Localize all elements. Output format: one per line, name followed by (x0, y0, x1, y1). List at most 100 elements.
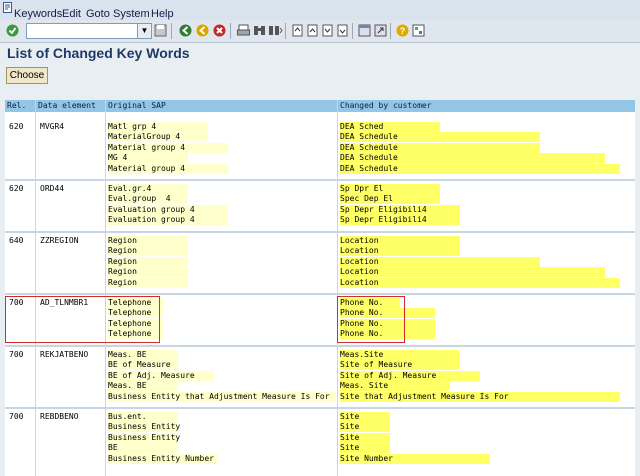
cell-rel[interactable]: 700 (9, 412, 23, 422)
first-page-icon[interactable] (290, 23, 305, 38)
cell-data-element[interactable]: REKJATBENO (40, 350, 88, 360)
save-icon[interactable] (153, 23, 168, 38)
shortcut-icon[interactable] (373, 23, 388, 38)
new-session-icon[interactable] (357, 23, 372, 38)
cell-original-sap[interactable]: Region (108, 246, 137, 256)
cell-changed-by-customer[interactable]: Site of Measure (340, 360, 412, 370)
menu-help[interactable]: Help (151, 8, 174, 20)
menu-goto[interactable]: Goto (86, 8, 110, 20)
cell-original-sap[interactable]: Region (108, 267, 137, 277)
cell-changed-by-customer[interactable]: Meas.Site (340, 350, 383, 360)
cell-changed-by-customer[interactable]: Meas. Site (340, 381, 388, 391)
cell-changed-by-customer[interactable]: Site (340, 443, 359, 453)
exit-icon[interactable] (195, 23, 210, 38)
cell-changed-by-customer[interactable]: Site that Adjustment Measure Is For (340, 392, 509, 402)
cell-original-sap[interactable]: Bus.ent. (108, 412, 147, 422)
column-divider (105, 100, 106, 476)
cell-changed-by-customer[interactable]: DEA Schedule (340, 164, 398, 174)
menu-edit[interactable]: Edit (62, 8, 81, 20)
toolbar-separator (285, 23, 286, 39)
cell-original-sap[interactable]: Evaluation group 4 (108, 215, 195, 225)
cell-changed-by-customer[interactable]: Site (340, 422, 359, 432)
cell-original-sap[interactable]: Eval.gr.4 (108, 184, 151, 194)
cell-changed-highlight (340, 278, 620, 288)
cell-original-sap[interactable]: Meas. BE (108, 381, 147, 391)
row-divider (5, 293, 635, 295)
find-next-icon[interactable] (268, 23, 283, 38)
cell-changed-by-customer[interactable]: Spec Dep El (340, 194, 393, 204)
cell-original-sap[interactable]: Business Entity (108, 422, 180, 432)
toolbar-separator (230, 23, 231, 39)
column-header-original-sap[interactable]: Original SAP (106, 100, 337, 112)
cell-changed-by-customer[interactable]: Site (340, 433, 359, 443)
cell-original-sap[interactable]: Region (108, 236, 137, 246)
column-header-rel[interactable]: Rel. (5, 100, 35, 112)
cell-data-element[interactable]: ORD44 (40, 184, 64, 194)
cell-original-sap[interactable]: Business Entity Number (108, 454, 214, 464)
cell-original-sap[interactable]: Meas. BE (108, 350, 147, 360)
cell-changed-by-customer[interactable]: Location (340, 267, 379, 277)
cell-original-sap[interactable]: MG 4 (108, 153, 127, 163)
cell-original-sap[interactable]: BE of Adj. Measure (108, 371, 195, 381)
cell-original-sap[interactable]: Material group 4 (108, 143, 185, 153)
application-toolbar: Choose (0, 65, 640, 85)
cell-changed-by-customer[interactable]: Sp Dpr El (340, 184, 383, 194)
cell-changed-by-customer[interactable]: Location (340, 246, 379, 256)
cell-rel[interactable]: 620 (9, 122, 23, 132)
command-dropdown-icon[interactable]: ▼ (137, 23, 152, 39)
cell-changed-by-customer[interactable]: DEA Schedule (340, 132, 398, 142)
standard-toolbar: ▼ ? (0, 20, 640, 43)
last-page-icon[interactable] (335, 23, 350, 38)
cell-changed-by-customer[interactable]: Site (340, 412, 359, 422)
help-icon[interactable]: ? (395, 23, 410, 38)
cell-original-sap[interactable]: Business Entity (108, 433, 180, 443)
enter-icon[interactable] (5, 23, 20, 38)
cancel-icon[interactable] (212, 23, 227, 38)
print-icon[interactable] (236, 23, 251, 38)
menu-bar: Keywords Edit Goto System Help (0, 0, 640, 20)
cell-changed-by-customer[interactable]: Site of Adj. Measure (340, 371, 436, 381)
cell-original-sap[interactable]: Evaluation group 4 (108, 205, 195, 215)
cell-changed-by-customer[interactable]: DEA Schedule (340, 153, 398, 163)
column-header-data-element[interactable]: Data element (36, 100, 105, 112)
svg-text:?: ? (400, 26, 406, 36)
cell-rel[interactable]: 640 (9, 236, 23, 246)
cell-changed-by-customer[interactable]: DEA Schedule (340, 143, 398, 153)
cell-original-sap[interactable]: Region (108, 278, 137, 288)
cell-rel[interactable]: 620 (9, 184, 23, 194)
sap-menu-icon[interactable] (3, 2, 12, 13)
cell-original-sap[interactable]: Matl grp 4 (108, 122, 156, 132)
layout-icon[interactable] (411, 23, 426, 38)
cell-changed-by-customer[interactable]: Site Number (340, 454, 393, 464)
menu-system[interactable]: System (113, 8, 150, 20)
back-icon[interactable] (178, 23, 193, 38)
cell-changed-by-customer[interactable]: DEA Sched (340, 122, 383, 132)
column-header-changed-by-customer[interactable]: Changed by customer (338, 100, 635, 112)
cell-original-sap[interactable]: Eval.group 4 (108, 194, 171, 204)
cell-changed-by-customer[interactable]: Location (340, 236, 379, 246)
next-page-icon[interactable] (320, 23, 335, 38)
cell-data-element[interactable]: ZZREGION (40, 236, 79, 246)
cell-original-sap[interactable]: MaterialGroup 4 (108, 132, 180, 142)
annotation-box-changed (337, 296, 405, 343)
row-divider (5, 345, 635, 347)
row-divider (5, 179, 635, 181)
cell-changed-by-customer[interactable]: Sp Depr Eligibili4 (340, 205, 427, 215)
cell-changed-by-customer[interactable]: Sp Depr Eligibili4 (340, 215, 427, 225)
cell-original-sap[interactable]: Material group 4 (108, 164, 185, 174)
choose-button[interactable]: Choose (6, 67, 48, 84)
cell-changed-by-customer[interactable]: Location (340, 257, 379, 267)
cell-original-sap[interactable]: Business Entity that Adjustment Measure … (108, 392, 330, 402)
keywords-table: Rel. Data element Original SAP Changed b… (5, 100, 635, 476)
find-icon[interactable] (252, 23, 267, 38)
cell-original-sap[interactable]: BE of Measure (108, 360, 171, 370)
menu-keywords[interactable]: Keywords (14, 8, 62, 20)
cell-data-element[interactable]: REBDBENO (40, 412, 79, 422)
cell-original-sap[interactable]: Region (108, 257, 137, 267)
cell-data-element[interactable]: MVGR4 (40, 122, 64, 132)
cell-changed-by-customer[interactable]: Location (340, 278, 379, 288)
cell-original-sap[interactable]: BE (108, 443, 118, 453)
cell-rel[interactable]: 700 (9, 350, 23, 360)
prev-page-icon[interactable] (305, 23, 320, 38)
command-field[interactable] (26, 23, 138, 39)
